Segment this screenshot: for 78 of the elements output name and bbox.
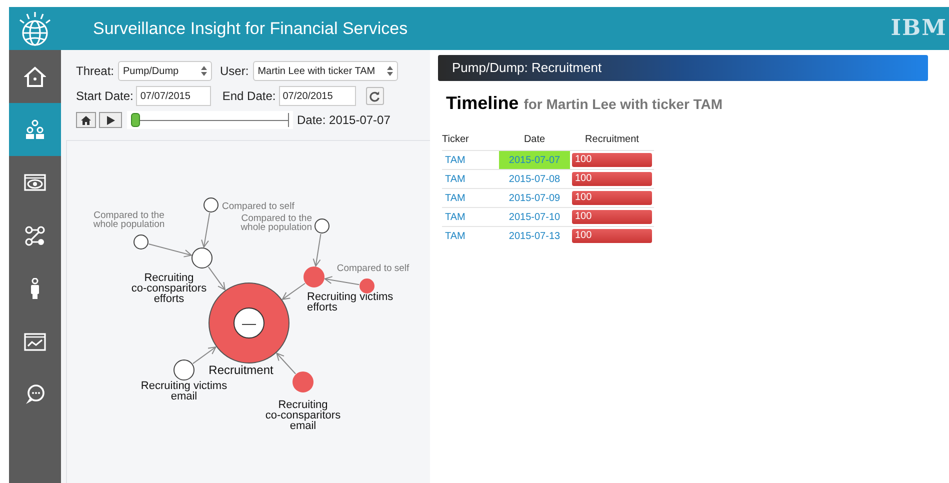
- edge-arrow: [208, 266, 226, 291]
- score-bar: 100: [572, 153, 652, 167]
- date-cell[interactable]: 2015-07-07: [499, 150, 570, 170]
- graph-node[interactable]: [192, 248, 212, 268]
- network-icon: [24, 224, 46, 246]
- ticker-cell: TAM: [442, 188, 499, 208]
- score-bar: 100: [572, 210, 652, 224]
- edge-arrow: [201, 212, 210, 248]
- graph-node[interactable]: [304, 266, 324, 288]
- edge-arrow: [312, 233, 322, 268]
- graph-node[interactable]: [314, 218, 330, 234]
- brand-logo: IBM: [890, 14, 947, 43]
- timeline-heading: Timeline: [446, 92, 519, 115]
- threat-select[interactable]: Pump/Dump: [118, 61, 212, 81]
- user-label: User:: [220, 63, 249, 80]
- node-sublabel: Compared to the whole population: [93, 210, 165, 230]
- timeline-slider[interactable]: [127, 111, 293, 129]
- graph-node[interactable]: [292, 372, 314, 392]
- slider-thumb[interactable]: [131, 113, 140, 127]
- date-cell[interactable]: 2015-07-08: [499, 170, 570, 188]
- score-bar: 100: [572, 229, 652, 244]
- collapse-symbol: —: [242, 315, 256, 331]
- date-cell[interactable]: 2015-07-09: [499, 188, 570, 208]
- home-icon: [24, 66, 46, 88]
- column-header: Date: [524, 134, 546, 145]
- ticker-cell: TAM: [442, 170, 499, 188]
- eye-icon: [24, 172, 46, 194]
- end-date-label: End Date:: [222, 88, 276, 105]
- graph-node[interactable]: [360, 278, 374, 294]
- edge-arrow: [148, 244, 192, 258]
- slider-end-tick: [288, 113, 289, 127]
- panel-title-bar: Pump/Dump: Recruitment: [438, 55, 928, 81]
- graph-node[interactable]: [174, 360, 194, 380]
- date-cell[interactable]: 2015-07-10: [499, 208, 570, 226]
- select-arrows-icon: [386, 66, 393, 76]
- threat-label: Threat:: [76, 63, 114, 80]
- play-button[interactable]: [99, 112, 122, 128]
- edge-arrow: [282, 282, 306, 300]
- sidebar-item[interactable]: [9, 103, 61, 156]
- select-arrows-icon: [201, 66, 208, 76]
- edge-arrow: [276, 352, 296, 374]
- timeline-subheading: for Martin Lee with ticker TAM: [524, 95, 723, 114]
- user-select[interactable]: Martin Lee with ticker TAM: [252, 61, 398, 81]
- play-icon: [106, 116, 114, 124]
- graph-node[interactable]: [134, 234, 148, 250]
- node-sublabel: Compared to self: [222, 201, 294, 212]
- home-button[interactable]: [76, 112, 96, 128]
- refresh-button[interactable]: [366, 87, 384, 105]
- column-header: Recruitment: [585, 134, 639, 145]
- column-header: Ticker: [442, 134, 469, 145]
- ticker-cell: TAM: [442, 150, 499, 170]
- app-title: Surveillance Insight for Financial Services: [93, 18, 408, 40]
- graph-node[interactable]: [204, 198, 218, 212]
- node-sublabel: Compared to self: [336, 263, 410, 274]
- line-chart-icon: [24, 330, 46, 352]
- node-label: Recruiting victims email: [140, 380, 228, 402]
- start-date-field[interactable]: 07/07/2015: [136, 86, 212, 106]
- chat-icon: [24, 384, 46, 406]
- node-label: Recruitment: [208, 363, 274, 377]
- refresh-icon: [369, 90, 380, 102]
- date-cell[interactable]: 2015-07-13: [499, 226, 570, 246]
- node-label: Recruiting co-consparitors email: [265, 399, 341, 432]
- node-label: Recruiting co-consparitors efforts: [131, 272, 207, 305]
- globe-logo-icon: [18, 10, 52, 46]
- end-date-field[interactable]: 07/20/2015: [278, 86, 356, 106]
- score-bar: 100: [572, 191, 652, 205]
- edge-arrow: [324, 276, 360, 286]
- node-label: Recruiting victims efforts: [307, 291, 394, 314]
- score-bar: 100: [572, 172, 652, 186]
- node-sublabel: Compared to the whole population: [240, 213, 312, 233]
- people-icon: [24, 118, 46, 140]
- ticker-cell: TAM: [442, 208, 499, 226]
- home-icon: [81, 116, 91, 124]
- collapse-node[interactable]: [234, 308, 264, 338]
- start-date-label: Start Date:: [76, 88, 134, 105]
- ticker-cell: TAM: [442, 226, 499, 246]
- slider-date-label: Date: 2015-07-07: [297, 112, 390, 129]
- edge-arrow: [192, 346, 217, 364]
